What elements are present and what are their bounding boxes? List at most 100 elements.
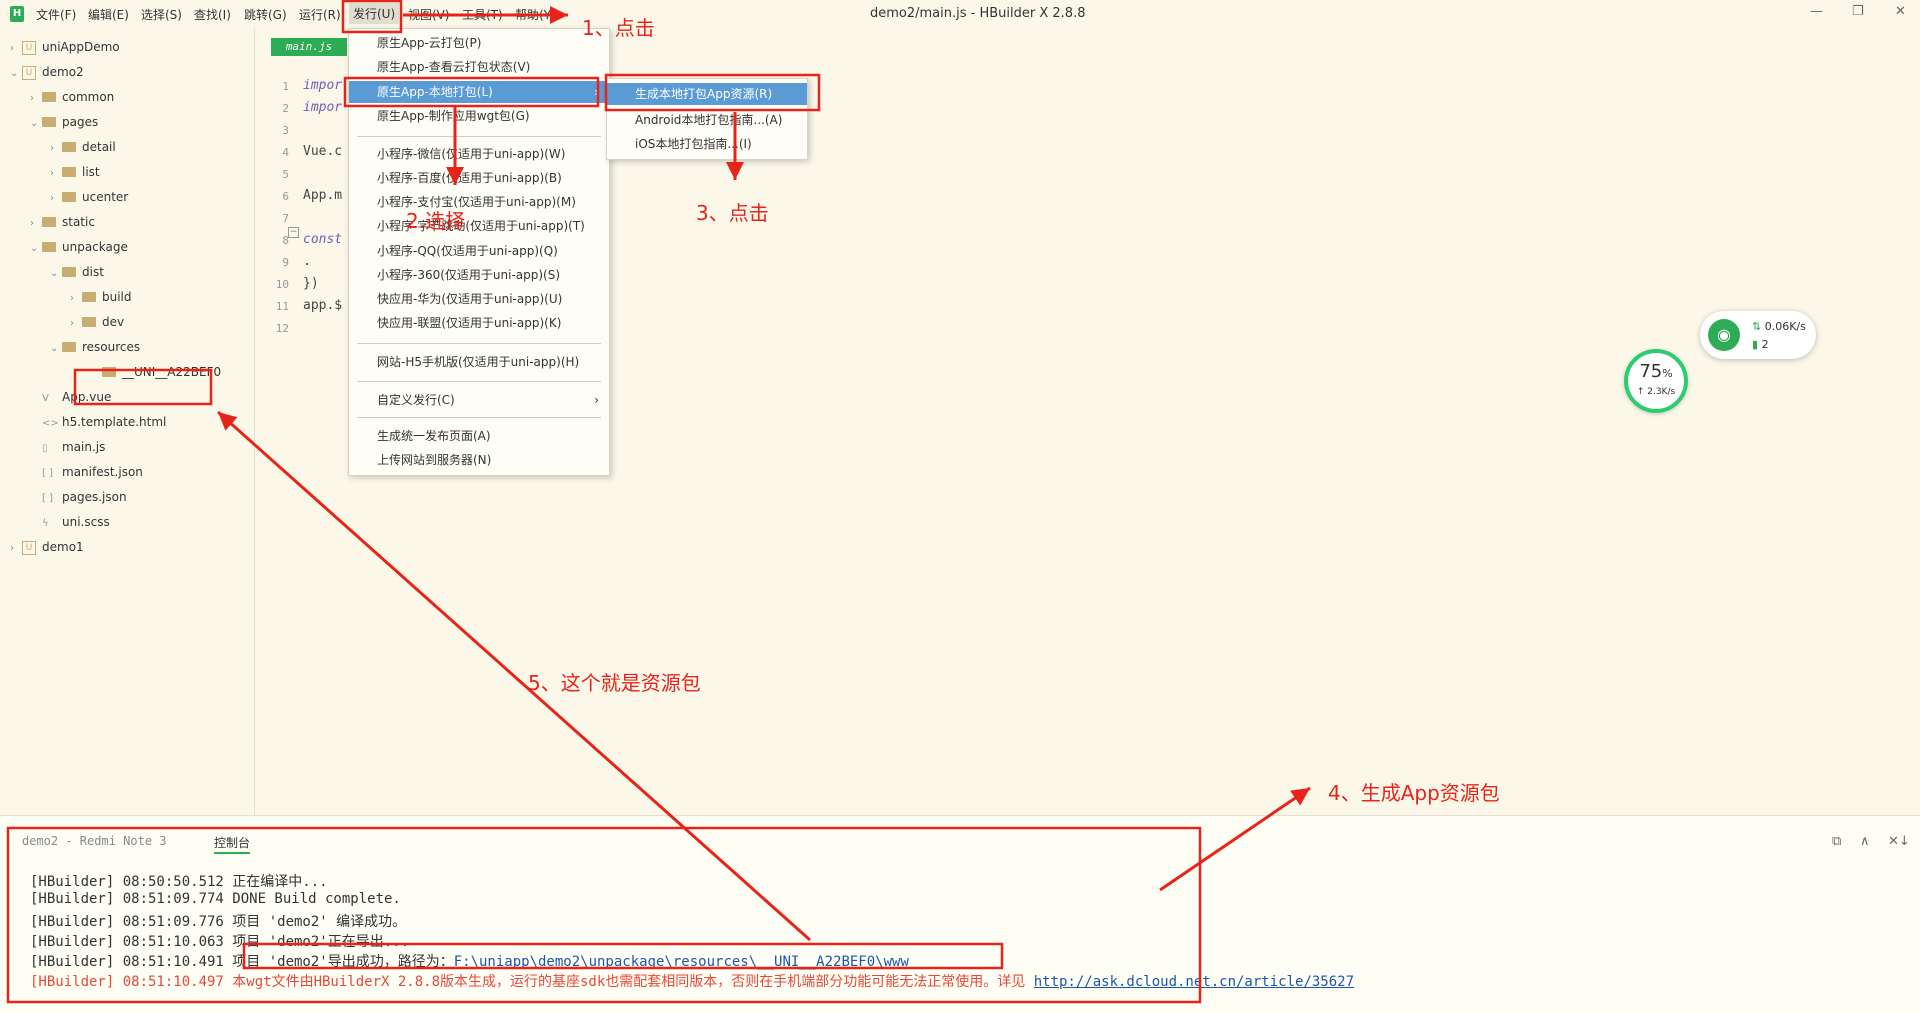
tree-item-common[interactable]: › common xyxy=(30,86,114,108)
chevron-right-icon[interactable]: › xyxy=(50,163,62,185)
code-line[interactable]: impor xyxy=(303,78,342,93)
close-console-icon[interactable]: ✕↓ xyxy=(1888,834,1910,849)
publish-menu-item[interactable]: 快应用-华为(仅适用于uni-app)(U) xyxy=(349,288,609,310)
tree-item-list[interactable]: › list xyxy=(50,161,100,183)
menu-run[interactable]: 运行(R) xyxy=(299,6,341,23)
chevron-right-icon[interactable]: › xyxy=(50,138,62,160)
tree-item-build[interactable]: › build xyxy=(70,286,132,308)
tree-item-detail[interactable]: › detail xyxy=(50,136,116,158)
tab-console[interactable]: 控制台 xyxy=(214,834,251,854)
code-line[interactable]: . xyxy=(303,254,311,269)
tree-item-pages-json[interactable]: [ ] pages.json xyxy=(30,486,127,508)
code-line[interactable]: }) xyxy=(303,276,319,291)
publish-menu-item[interactable]: 上传网站到服务器(N) xyxy=(349,449,609,471)
chevron-down-icon[interactable]: ⌄ xyxy=(30,113,42,135)
submenu-ios-guide[interactable]: iOS本地打包指南...(I) xyxy=(607,133,807,155)
tree-item-ucenter[interactable]: › ucenter xyxy=(50,186,128,208)
publish-menu-item[interactable]: 小程序-字节跳动(仅适用于uni-app)(T) xyxy=(349,215,609,237)
tree-item-resources[interactable]: ⌄ resources xyxy=(50,336,140,358)
publish-menu-item[interactable]: 原生App-查看云打包状态(V) xyxy=(349,56,609,78)
minimize-icon[interactable]: — xyxy=(1810,4,1823,19)
menu-separator xyxy=(357,381,601,382)
publish-menu-item[interactable]: 原生App-云打包(P) xyxy=(349,32,609,54)
menu-goto[interactable]: 跳转(G) xyxy=(244,6,287,23)
tree-item-dev[interactable]: › dev xyxy=(70,311,124,333)
speed-gauge[interactable]: 75% ↑ 2.3K/s xyxy=(1624,349,1688,413)
chevron-right-icon[interactable]: › xyxy=(10,538,22,560)
chevron-right-icon[interactable]: › xyxy=(50,188,62,210)
tree-item-uni-scss[interactable]: ϟ uni.scss xyxy=(30,511,110,533)
menu-separator xyxy=(357,343,601,344)
code-line[interactable]: const xyxy=(303,232,342,247)
chevron-right-icon[interactable]: › xyxy=(70,288,82,310)
tree-item-static[interactable]: › static xyxy=(30,211,95,233)
chevron-down-icon[interactable]: ⌄ xyxy=(50,263,62,285)
close-icon[interactable]: ✕ xyxy=(1895,4,1906,19)
menu-tools[interactable]: 工具(T) xyxy=(462,6,503,23)
tree-item-h5-template-html[interactable]: <> h5.template.html xyxy=(30,411,166,433)
export-icon[interactable]: ⧉ xyxy=(1832,834,1841,849)
chevron-down-icon[interactable]: ⌄ xyxy=(30,238,42,260)
tree-item-demo1[interactable]: › Udemo1 xyxy=(10,536,84,558)
publish-menu-item[interactable]: 原生App-制作应用wgt包(G) xyxy=(349,105,609,127)
publish-menu-item[interactable]: 生成统一发布页面(A) xyxy=(349,425,609,447)
code-line[interactable]: App.m xyxy=(303,188,342,203)
tree-item-manifest-json[interactable]: [ ] manifest.json xyxy=(30,461,143,483)
fold-icon[interactable]: − xyxy=(288,227,299,238)
publish-menu-item[interactable]: 自定义发行(C) › xyxy=(349,389,609,411)
tree-item-dist[interactable]: ⌄ dist xyxy=(50,261,104,283)
publish-menu-item[interactable]: 小程序-微信(仅适用于uni-app)(W) xyxy=(349,143,609,165)
export-path-link[interactable]: F:\uniapp\demo2\unpackage\resources\__UN… xyxy=(454,954,909,970)
submenu-generate-local-resources[interactable]: 生成本地打包App资源(R) xyxy=(607,83,807,105)
chevron-right-icon[interactable]: › xyxy=(30,213,42,235)
line-number: 4 xyxy=(282,146,289,159)
chevron-up-icon[interactable]: ∧ xyxy=(1860,834,1870,849)
menu-find[interactable]: 查找(I) xyxy=(194,6,231,23)
chevron-down-icon[interactable]: ⌄ xyxy=(50,338,62,360)
project-icon: U xyxy=(22,40,36,55)
menu-view[interactable]: 视图(V) xyxy=(408,6,450,23)
publish-menu-item[interactable]: 小程序-360(仅适用于uni-app)(S) xyxy=(349,264,609,286)
tree-item-pages[interactable]: ⌄ pages xyxy=(30,111,98,133)
tree-item-label: App.vue xyxy=(62,390,112,404)
tree-item-uniappdemo[interactable]: › UuniAppDemo xyxy=(10,36,120,58)
code-line[interactable]: app.$ xyxy=(303,298,342,313)
menu-help[interactable]: 帮助(Y) xyxy=(515,6,556,23)
menu-edit[interactable]: 编辑(E) xyxy=(88,6,129,23)
tree-item-unpackage[interactable]: ⌄ unpackage xyxy=(30,236,128,258)
chevron-right-icon[interactable]: › xyxy=(30,88,42,110)
folder-icon xyxy=(82,291,96,302)
article-link[interactable]: http://ask.dcloud.net.cn/article/35627 xyxy=(1034,974,1354,990)
tree-item-uni-a22bef0[interactable]: __UNI__A22BEF0 xyxy=(90,361,221,383)
publish-menu-item[interactable]: 小程序-支付宝(仅适用于uni-app)(M) xyxy=(349,191,609,213)
log-line: [HBuilder] 08:51:10.063 项目 'demo2'正在导出..… xyxy=(30,934,410,950)
menu-item-label: 原生App-本地打包(L) xyxy=(377,85,493,99)
menu-publish[interactable]: 发行(U) xyxy=(349,3,400,24)
local-pack-submenu: 生成本地打包App资源(R) Android本地打包指南...(A) iOS本地… xyxy=(606,78,808,160)
publish-menu-item[interactable]: 快应用-联盟(仅适用于uni-app)(K) xyxy=(349,312,609,334)
tree-item-demo2[interactable]: ⌄ Udemo2 xyxy=(10,61,84,83)
publish-menu-item[interactable]: 小程序-QQ(仅适用于uni-app)(Q) xyxy=(349,240,609,262)
tree-item-app-vue[interactable]: V App.vue xyxy=(30,386,111,408)
code-line[interactable]: impor xyxy=(303,100,342,115)
chevron-right-icon[interactable]: › xyxy=(10,38,22,60)
menu-select[interactable]: 选择(S) xyxy=(141,6,182,23)
tab-device[interactable]: demo2 - Redmi Note 3 xyxy=(22,834,167,848)
chevron-right-icon: › xyxy=(594,85,599,99)
network-widget[interactable]: ◉ ⇅ 0.06K/s ▮ 2 xyxy=(1700,311,1816,359)
publish-menu-item[interactable]: 网站-H5手机版(仅适用于uni-app)(H) xyxy=(349,351,609,373)
restore-icon[interactable]: ❐ xyxy=(1852,4,1864,19)
menu-file[interactable]: 文件(F) xyxy=(36,6,76,23)
code-line[interactable]: Vue.c xyxy=(303,144,342,159)
line-number: 10 xyxy=(275,278,289,291)
chevron-down-icon[interactable]: ⌄ xyxy=(10,63,22,85)
tab-main-js[interactable]: main.js xyxy=(271,38,347,56)
publish-menu-item[interactable]: 原生App-本地打包(L) › xyxy=(349,81,609,103)
publish-menu-item[interactable]: 小程序-百度(仅适用于uni-app)(B) xyxy=(349,167,609,189)
tree-item-main-js[interactable]: ▯ main.js xyxy=(30,436,105,458)
submenu-android-guide[interactable]: Android本地打包指南...(A) xyxy=(607,109,807,131)
chevron-right-icon[interactable]: › xyxy=(70,313,82,335)
folder-icon xyxy=(62,141,76,152)
log-line: [HBuilder] 08:50:50.512 正在编译中... xyxy=(30,874,328,890)
window-title: demo2/main.js - HBuilder X 2.8.8 xyxy=(870,6,1086,21)
